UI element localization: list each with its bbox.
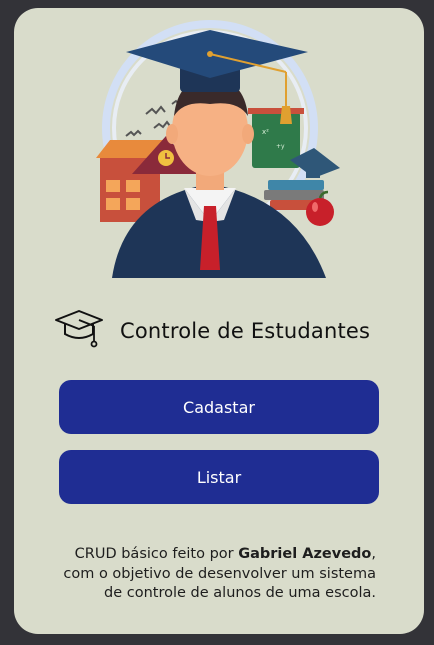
page-title: Controle de Estudantes: [120, 319, 371, 343]
title-row: Controle de Estudantes: [54, 308, 370, 354]
footer-line-3: de controle de alunos de uma escola.: [104, 585, 376, 601]
footer-text: CRUD básico feito por Gabriel Azevedo, c…: [63, 545, 376, 604]
author-name: Gabriel Azevedo: [238, 546, 372, 562]
svg-text:x²: x²: [262, 128, 269, 136]
graduate-student-illustration: x² +y: [96, 20, 340, 278]
listar-button[interactable]: Listar: [59, 450, 379, 504]
footer-line-1: CRUD básico feito por Gabriel Azevedo,: [74, 546, 376, 562]
svg-text:+y: +y: [276, 143, 285, 150]
main-card: x² +y Controle de Estudantes Cadastar Li…: [14, 8, 424, 634]
graduation-cap-icon: [54, 308, 104, 354]
footer-line-2: com o objetivo de desenvolver um sistema: [63, 565, 376, 582]
cadastrar-button[interactable]: Cadastar: [59, 380, 379, 434]
